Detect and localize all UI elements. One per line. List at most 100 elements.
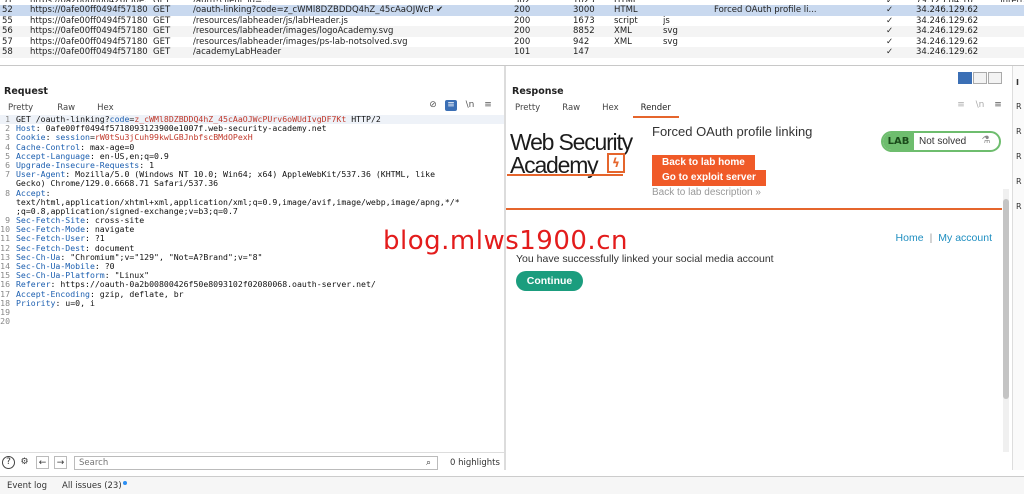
line-number: 7 bbox=[5, 169, 10, 180]
row-id: 56 bbox=[2, 26, 13, 36]
row-mime: XML bbox=[614, 36, 632, 47]
row-tls-check: ✓ bbox=[886, 5, 894, 15]
lab-status-badge: LAB Not solved ⚗ bbox=[881, 131, 1001, 152]
message-actions-icon: ≡ bbox=[957, 100, 965, 110]
row-mime: HTML bbox=[614, 5, 638, 15]
row-status: 200 bbox=[514, 5, 531, 15]
nav-home-link[interactable]: Home bbox=[896, 232, 924, 244]
hide-eye-icon[interactable]: ⊘ bbox=[427, 100, 439, 111]
flask-icon: ⚗ bbox=[981, 135, 991, 146]
row-method: GET bbox=[153, 36, 171, 47]
all-issues-label: All issues (23) bbox=[62, 481, 122, 491]
inspector-section-icon[interactable]: R bbox=[1016, 202, 1022, 211]
row-ext: js bbox=[663, 15, 670, 26]
row-host: https://0a2b00800426f50e... bbox=[30, 0, 148, 2]
table-row[interactable]: 58 https://0afe00ff0494f571809... GET /a… bbox=[0, 47, 1024, 58]
request-pane: Request Pretty Raw Hex ⊘ ≡ \n ≡ 1 GET /oa… bbox=[0, 78, 504, 452]
row-mime: HTML bbox=[614, 0, 660, 2]
search-icon: ⌕ bbox=[425, 458, 432, 468]
back-to-lab-home-button[interactable]: Back to lab home bbox=[652, 155, 755, 171]
editor-line[interactable]: 18 Priority: u=0, i bbox=[0, 297, 504, 308]
response-pane: Response Pretty Raw Hex Render ≡ \n ≡ We… bbox=[506, 78, 1012, 452]
row-host: https://0afe00ff0494f571809... bbox=[30, 5, 148, 15]
search-bar: ? ⚙ ← → ⌕ 0 highlights bbox=[0, 452, 504, 472]
help-icon[interactable]: ? bbox=[2, 456, 15, 469]
row-ip: 79.125.84.16 bbox=[916, 0, 986, 2]
row-host: https://0afe00ff0494f571809... bbox=[30, 47, 148, 57]
message-actions-icon[interactable]: ≡ bbox=[445, 100, 457, 111]
table-row-selected[interactable]: 52 https://0afe00ff0494f571809... GET /o… bbox=[0, 5, 1024, 16]
inspector-section-icon[interactable]: R bbox=[1016, 152, 1022, 161]
rendered-page: Web Security Academy ϟ Forced OAuth prof… bbox=[506, 115, 1006, 335]
row-tls-check: ✓ bbox=[886, 0, 900, 2]
line-rest: HTTP/2 bbox=[346, 114, 381, 124]
row-url: /auth?client_id=... bbox=[193, 0, 433, 2]
row-status: 101 bbox=[514, 47, 531, 57]
row-url: /resources/labheader/images/ps-lab-notso… bbox=[193, 36, 408, 47]
nav-my-account-link[interactable]: My account bbox=[938, 232, 992, 244]
row-length: 1673 bbox=[573, 15, 595, 26]
row-host: https://0afe00ff0494f571809... bbox=[30, 15, 148, 26]
notification-dot-icon bbox=[122, 481, 127, 485]
back-to-lab-description-link[interactable]: Back to lab description » bbox=[652, 187, 761, 198]
row-ext: svg bbox=[663, 36, 678, 47]
all-issues-tab[interactable]: All issues (23) bbox=[62, 481, 127, 491]
inspector-section-icon[interactable]: R bbox=[1016, 127, 1022, 136]
forward-arrow-icon[interactable]: → bbox=[54, 456, 67, 469]
inspector-tab-icon[interactable]: I bbox=[1016, 78, 1019, 87]
newline-toggle-icon: \n bbox=[975, 100, 985, 110]
row-length: 8852 bbox=[573, 26, 595, 36]
row-ext: svg bbox=[663, 26, 678, 36]
go-to-exploit-server-button[interactable]: Go to exploit server bbox=[652, 170, 766, 186]
row-id: 55 bbox=[2, 15, 13, 26]
proxy-history-table: 51 https://0a2b00800426f50e... GET /auth… bbox=[0, 0, 1024, 66]
row-method: GET bbox=[153, 5, 171, 15]
gear-icon[interactable]: ⚙ bbox=[18, 456, 31, 469]
inspector-section-icon[interactable]: R bbox=[1016, 177, 1022, 186]
row-title: Forced OAuth profile li... bbox=[714, 5, 817, 15]
status-bar: Event log All issues (23) bbox=[0, 476, 1024, 494]
line-number: 20 bbox=[0, 316, 10, 327]
search-input[interactable] bbox=[74, 456, 438, 470]
table-row[interactable]: 57 https://0afe00ff0494f571809... GET /r… bbox=[0, 37, 1024, 48]
nav-separator: | bbox=[929, 232, 933, 244]
newline-toggle-icon[interactable]: \n bbox=[464, 100, 476, 111]
menu-icon[interactable]: ≡ bbox=[482, 100, 494, 111]
row-tls-check: ✓ bbox=[886, 15, 894, 26]
row-mime: XML bbox=[614, 26, 632, 36]
row-host: https://0afe00ff0494f571809... bbox=[30, 36, 148, 47]
event-log-tab[interactable]: Event log bbox=[7, 481, 47, 491]
header-value: : gzip, deflate, br bbox=[89, 288, 184, 299]
request-title: Request bbox=[4, 86, 48, 97]
row-extra: _interrac bbox=[996, 0, 1024, 2]
row-method: GET bbox=[153, 47, 171, 57]
continue-button[interactable]: Continue bbox=[516, 271, 583, 291]
row-ip: 34.246.129.62 bbox=[916, 15, 979, 26]
row-status: 302 bbox=[514, 0, 554, 2]
render-scrollbar[interactable] bbox=[1003, 189, 1009, 452]
lab-title: Forced OAuth profile linking bbox=[652, 124, 813, 139]
row-url: /oauth-linking?code=z_cWMl8DZBDDQ4hZ_45c… bbox=[193, 5, 433, 15]
editor-line[interactable]: 20 bbox=[0, 316, 504, 327]
header-value: : u=0, i bbox=[55, 297, 95, 308]
inspector-section-icon[interactable]: R bbox=[1016, 102, 1022, 111]
table-row[interactable]: 55 https://0afe00ff0494f571809... GET /r… bbox=[0, 16, 1024, 27]
editor-line[interactable]: 19 bbox=[0, 307, 504, 317]
highlight-count: 0 highlights bbox=[450, 458, 500, 468]
row-edited-check: ✔ bbox=[436, 5, 444, 15]
row-id: 58 bbox=[2, 47, 13, 57]
row-length: 147 bbox=[573, 47, 590, 57]
double-chevron-right-icon: » bbox=[755, 187, 761, 198]
inspector-strip[interactable]: I R R R R R bbox=[1012, 66, 1024, 470]
top-nav: Home | My account bbox=[896, 232, 992, 244]
scrollbar-thumb[interactable] bbox=[1003, 199, 1009, 399]
header-key: Priority bbox=[16, 297, 56, 308]
row-status: 200 bbox=[514, 26, 531, 36]
row-length: 3000 bbox=[573, 5, 595, 15]
menu-icon[interactable]: ≡ bbox=[992, 100, 1004, 111]
back-arrow-icon[interactable]: ← bbox=[36, 456, 49, 469]
editor-line[interactable]: Gecko) Chrome/129.0.6668.71 Safari/537.3… bbox=[0, 179, 504, 188]
table-row[interactable]: 56 https://0afe00ff0494f571809... GET /r… bbox=[0, 26, 1024, 37]
row-length: 1023 bbox=[573, 0, 613, 2]
row-id: 57 bbox=[2, 36, 13, 47]
